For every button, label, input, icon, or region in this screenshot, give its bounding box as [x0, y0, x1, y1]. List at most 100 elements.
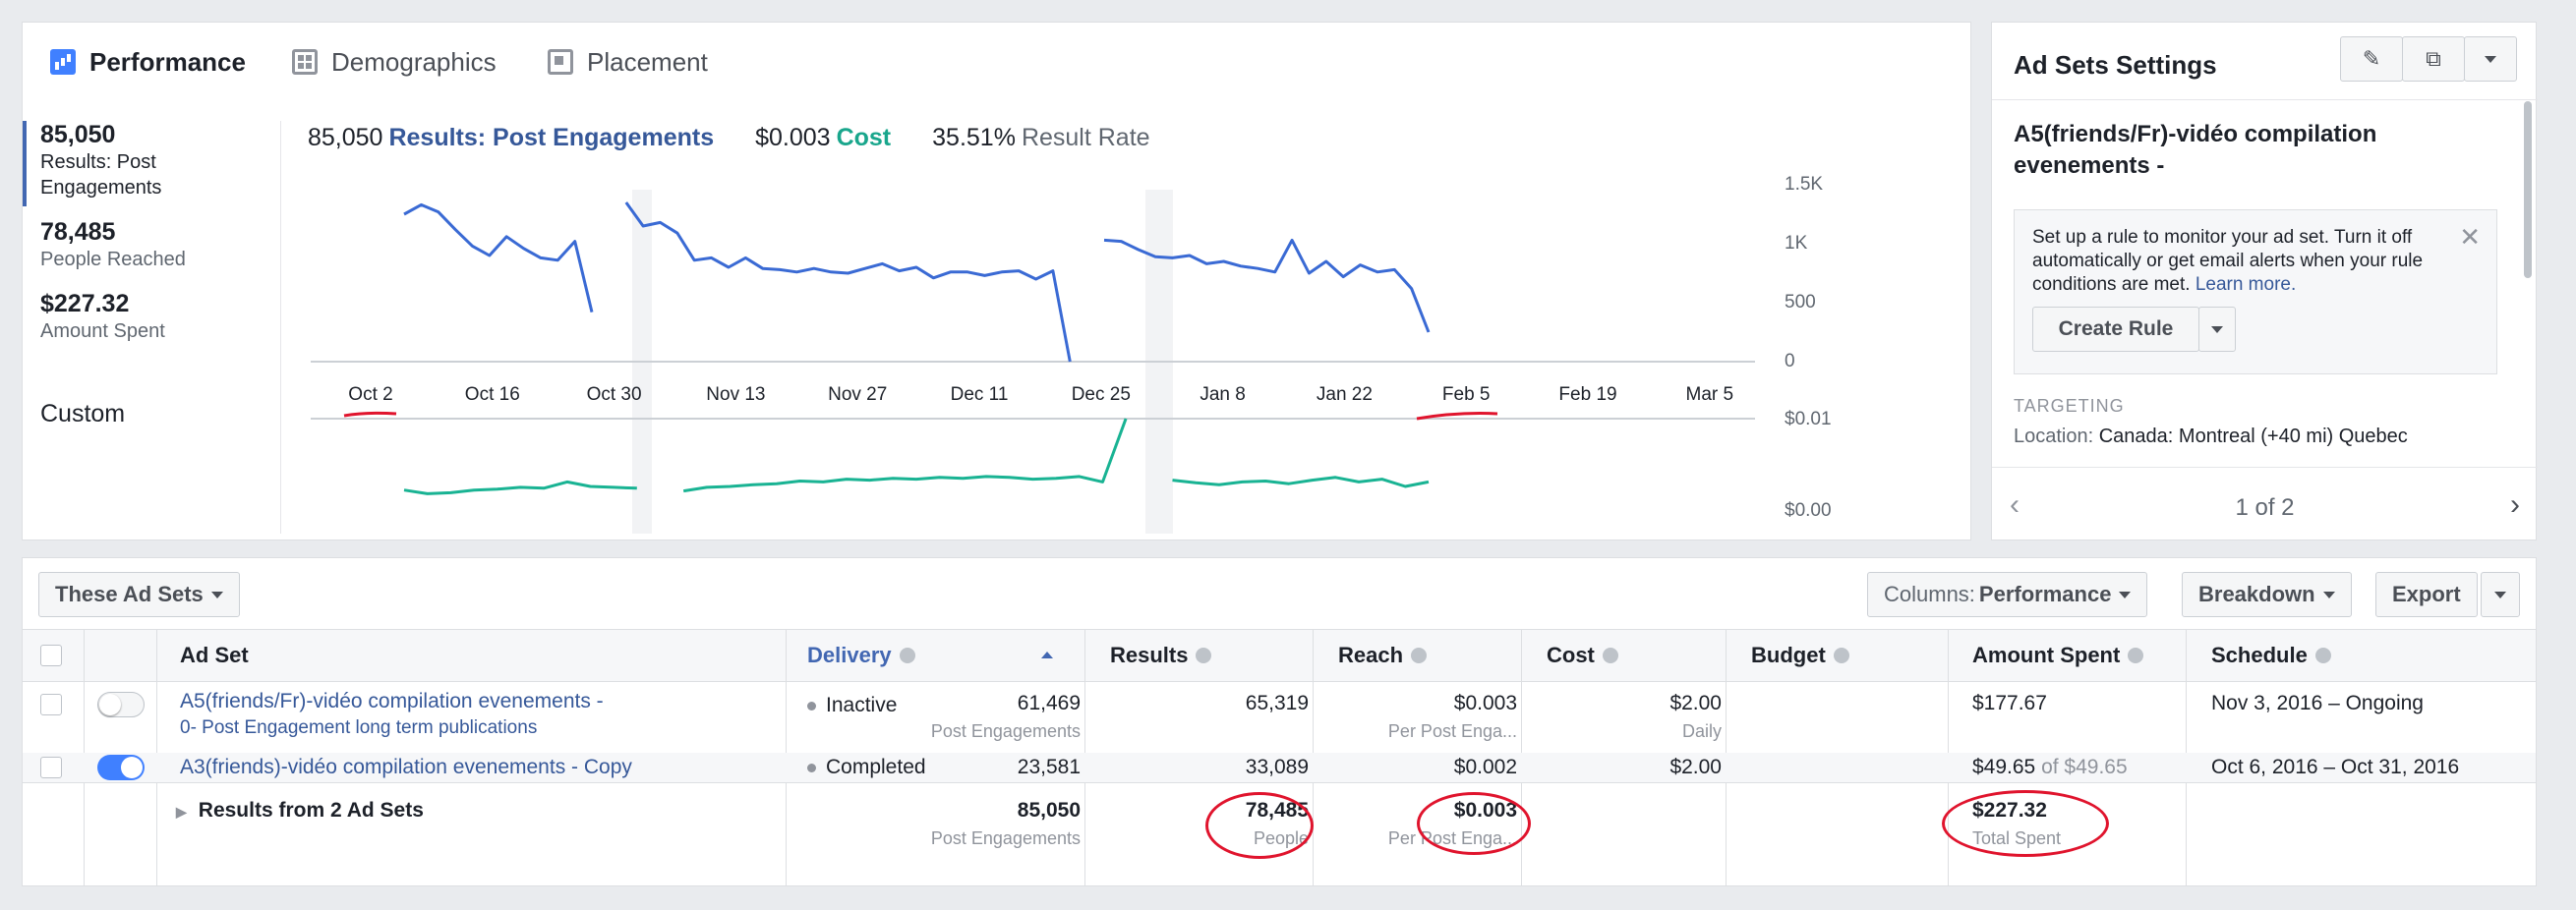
- rule-suggestion-box: Set up a rule to monitor your ad set. Tu…: [2014, 209, 2497, 374]
- row-checkbox[interactable]: [40, 694, 62, 715]
- results-line-chart: [403, 201, 1431, 363]
- cost-line-chart: [403, 418, 1430, 495]
- ad-sets-settings-panel: Ad Sets Settings ✎ ⧉ A5(friends/Fr)-vidé…: [1991, 22, 2538, 540]
- settings-title: Ad Sets Settings: [2014, 50, 2217, 80]
- x-tick-label: Jan 22: [1317, 384, 1373, 405]
- info-icon: [2128, 648, 2144, 663]
- adset-name-link[interactable]: A5(friends/Fr)-vidéo compilation eveneme…: [180, 690, 604, 713]
- cost-series-line: [403, 418, 1430, 495]
- location-value: Canada: Montreal (+40 mi) Quebec: [2098, 426, 2408, 447]
- adset-toggle-on[interactable]: [97, 755, 145, 780]
- y-tick-label: 1K: [1785, 233, 1808, 254]
- columns-value: Performance: [1978, 582, 2112, 606]
- header-cost[interactable]: Cost: [1547, 630, 1618, 681]
- delivery-status: Inactive: [807, 694, 897, 717]
- duplicate-icon: ⧉: [2426, 46, 2441, 71]
- create-rule-label: Create Rule: [2058, 317, 2174, 340]
- chevron-down-icon: [2119, 591, 2132, 598]
- performance-panel: Performance Demographics Placement 85,05…: [22, 22, 1971, 540]
- x-tick-label: Oct 2: [348, 384, 392, 405]
- budget-sub: Daily: [1681, 721, 1722, 741]
- totals-reach: 78,485: [1245, 799, 1309, 822]
- adset-toggle-off[interactable]: [97, 692, 145, 717]
- close-icon[interactable]: ✕: [2459, 222, 2481, 253]
- x-axis-ticks: Oct 2 Oct 16 Oct 30 Nov 13 Nov 27 Dec 11 Dec 2…: [348, 384, 1733, 405]
- amount-spent-value: $177.67: [1972, 692, 2047, 714]
- columns-prefix: Columns:: [1884, 582, 1975, 606]
- x-tick-label: Oct 16: [465, 384, 520, 405]
- status-dot: [807, 701, 816, 711]
- export-dropdown[interactable]: [2481, 572, 2520, 617]
- export-button[interactable]: Export: [2375, 572, 2478, 617]
- location-key: Location:: [2014, 426, 2094, 447]
- adset-name-link[interactable]: A3(friends)-vidéo compilation evenements…: [180, 756, 632, 779]
- adset-name: A5(friends/Fr)-vidéo compilation eveneme…: [2014, 121, 2377, 179]
- x-tick-label: Dec 11: [951, 384, 1009, 405]
- targeting-heading: TARGETING: [2014, 396, 2125, 416]
- pencil-icon: ✎: [2362, 46, 2381, 71]
- info-icon: [1602, 648, 1618, 663]
- dropdown-label: Breakdown: [2198, 582, 2315, 606]
- x-tick-label: Nov 27: [828, 384, 887, 405]
- results-value: 61,469: [1017, 692, 1081, 714]
- dropdown-label: These Ad Sets: [55, 582, 204, 606]
- chevron-down-icon: [210, 591, 223, 598]
- header-ad-set[interactable]: Ad Set: [180, 630, 249, 681]
- y-axis-ticks: 1.5K 1K 500 0 $0.01 $0.00: [1785, 174, 1832, 521]
- header-budget[interactable]: Budget: [1751, 630, 1849, 681]
- table-row[interactable]: A5(friends/Fr)-vidéo compilation eveneme…: [23, 680, 2536, 753]
- reach-value: 65,319: [1245, 692, 1309, 714]
- x-tick-label: Dec 25: [1072, 384, 1131, 405]
- chevron-right-icon[interactable]: ›: [2510, 488, 2520, 522]
- pager-text: 1 of 2: [2235, 494, 2295, 521]
- create-rule-button[interactable]: Create Rule: [2032, 307, 2199, 352]
- learn-more-link[interactable]: Learn more.: [2195, 274, 2296, 295]
- columns-dropdown[interactable]: Columns: Performance: [1867, 572, 2148, 617]
- chevron-down-icon: [2211, 325, 2223, 333]
- totals-label[interactable]: ▶ Results from 2 Ad Sets: [176, 799, 424, 823]
- campaign-name-link[interactable]: 0- Post Engagement long term publication…: [180, 717, 537, 739]
- results-sub: Post Engagements: [930, 721, 1081, 741]
- select-all-checkbox[interactable]: [40, 645, 62, 666]
- sort-ascending-icon[interactable]: [1041, 652, 1053, 658]
- header-schedule[interactable]: Schedule: [2211, 630, 2331, 681]
- header-reach[interactable]: Reach: [1338, 630, 1428, 681]
- budget-value: $2.00: [1669, 756, 1722, 778]
- breakdown-dropdown[interactable]: Breakdown: [2182, 572, 2352, 617]
- table-row[interactable]: A3(friends)-vidéo compilation evenements…: [23, 753, 2536, 782]
- totals-results: 85,050: [1017, 799, 1081, 822]
- reach-value: 33,089: [1245, 756, 1309, 778]
- cost-value: $0.002: [1453, 756, 1517, 778]
- settings-pager: ‹ 1 of 2 ›: [1992, 484, 2538, 532]
- results-value: 23,581: [1017, 756, 1081, 778]
- x-tick-label: Mar 5: [1686, 384, 1734, 405]
- x-tick-label: Jan 8: [1200, 384, 1245, 405]
- header-delivery[interactable]: Delivery: [807, 630, 915, 681]
- header-results[interactable]: Results: [1110, 630, 1212, 681]
- table-header: Ad Set Delivery Results Reach Cost Budge…: [23, 629, 2536, 682]
- performance-chart: Oct 2 Oct 16 Oct 30 Nov 13 Nov 27 Dec 11 Dec 2…: [311, 174, 1832, 534]
- y-tick-label: 500: [1785, 292, 1816, 313]
- info-icon: [1196, 648, 1212, 663]
- these-ad-sets-dropdown[interactable]: These Ad Sets: [38, 572, 240, 617]
- rule-text: Set up a rule to monitor your ad set. Tu…: [2032, 226, 2445, 297]
- scrollbar[interactable]: [2524, 101, 2532, 278]
- totals-results-sub: Post Engagements: [930, 828, 1081, 848]
- x-tick-label: Feb 5: [1442, 384, 1491, 405]
- annotation-underline: [343, 411, 397, 418]
- export-label: Export: [2392, 582, 2461, 606]
- budget-value: $2.00: [1669, 692, 1722, 714]
- edit-button[interactable]: ✎: [2340, 36, 2403, 82]
- x-tick-label: Feb 19: [1558, 384, 1616, 405]
- location-line: Location: Canada: Montreal (+40 mi) Queb…: [2014, 426, 2408, 448]
- row-checkbox[interactable]: [40, 757, 62, 778]
- cost-value: $0.003: [1453, 692, 1517, 714]
- more-dropdown-button[interactable]: [2464, 36, 2517, 82]
- cost-sub: Per Post Enga...: [1387, 721, 1517, 741]
- expand-caret-icon: ▶: [176, 804, 187, 820]
- create-rule-dropdown[interactable]: [2198, 307, 2236, 352]
- info-icon: [899, 648, 915, 663]
- header-amount-spent[interactable]: Amount Spent: [1972, 630, 2144, 681]
- duplicate-button[interactable]: ⧉: [2402, 36, 2465, 82]
- x-tick-label: Nov 13: [706, 384, 765, 405]
